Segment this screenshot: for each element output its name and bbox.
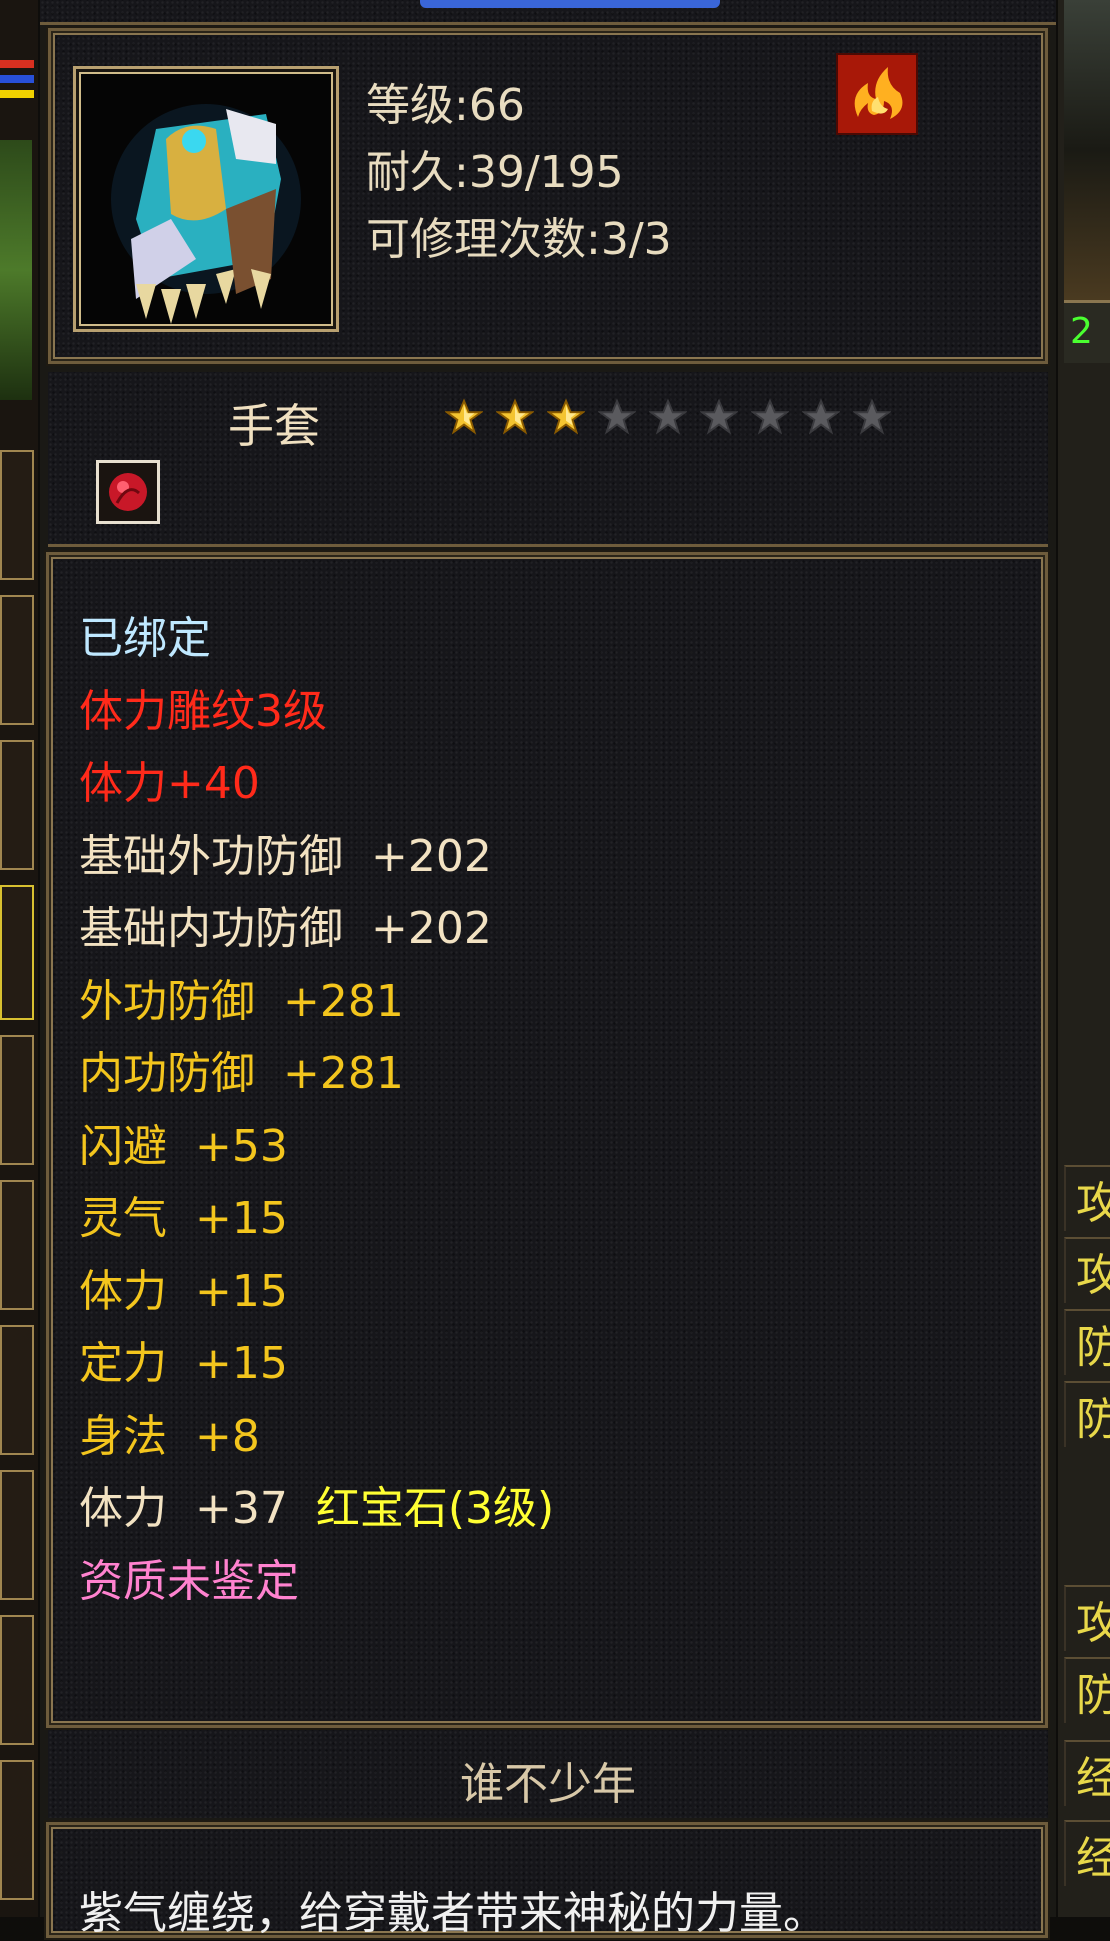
fire-flame-icon [854,67,903,119]
star-empty-icon [647,398,689,436]
attribute-list: 已绑定 体力雕纹3级 体力+40 基础外功防御 +202 基础内功防御 +202… [79,603,554,1618]
side-top-text: 2 [1070,311,1093,352]
attribute-line: 定力 +15 [79,1338,288,1389]
element-badge[interactable] [836,53,918,135]
star-filled-icon [494,398,536,436]
description-box: 紫气缠绕，给穿戴者带来神秘的力量。 [46,1822,1048,1939]
side-row-text: 防 [1076,1394,1110,1445]
item-header-box: 等级:66 耐久:39/195 可修理次数:3/3 [48,28,1048,364]
level-label: 等级 [366,80,454,131]
side-row-text: 攻 [1076,1598,1110,1649]
side-header: 2 [1064,300,1110,363]
gem-socket[interactable] [96,460,160,524]
star-empty-icon [851,398,893,436]
inventory-slot[interactable] [0,1035,34,1165]
side-row: 经 [1064,1740,1110,1806]
tooltip-title-strip [40,0,1056,25]
item-type-label: 手套 [228,399,320,453]
star-filled-icon [545,398,587,436]
inventory-slot[interactable] [0,1760,34,1900]
side-row: 经 [1064,1820,1110,1886]
attribute-line: 灵气 +15 [79,1193,288,1244]
level-value: 66 [468,80,525,131]
gem-attribute-line: 体力 +37 红宝石(3级) [79,1473,554,1546]
attribute-line: 基础内功防御 +202 [79,903,492,954]
set-name: 谁不少年 [460,1759,636,1810]
durability-label: 耐久 [366,147,454,198]
star-empty-icon [698,398,740,436]
title-fragment [420,0,720,8]
durability-line: 耐久:39/195 [366,147,624,198]
item-description: 紫气缠绕，给穿戴者带来神秘的力量。 [79,1888,827,1939]
attribute-line: 体力雕纹3级 [79,685,327,737]
attributes-box: 已绑定 体力雕纹3级 体力+40 基础外功防御 +202 基础内功防御 +202… [46,552,1048,1728]
level-line: 等级:66 [366,80,525,131]
side-row: 防 [1064,1657,1110,1723]
durability-value: 39/195 [468,147,624,198]
side-row: 防 [1064,1381,1110,1447]
inventory-slot-selected[interactable] [0,885,34,1020]
attribute-line: 基础外功防御 +202 [79,830,492,882]
item-tooltip-panel: 等级:66 耐久:39/195 可修理次数:3/3 手套 已绑定 体力雕纹3级 … [40,0,1056,1939]
side-row-text: 攻 [1076,1178,1110,1229]
attribute-line: 体力 +15 [79,1265,288,1317]
star-filled-icon [443,398,485,436]
side-row-text: 经 [1076,1833,1110,1884]
item-image-frame[interactable] [73,66,339,332]
side-row-text: 攻 [1076,1250,1110,1301]
inventory-slot[interactable] [0,1325,34,1455]
inventory-slot[interactable] [0,1180,34,1310]
attribute-line: 已绑定 [79,613,211,664]
scene-foliage [0,140,32,400]
energy-bar [0,90,34,98]
attribute-line: 外功防御 +281 [79,975,404,1027]
repair-label: 可修理次数 [366,214,586,265]
gem-stat-text: 体力 +37 [79,1483,288,1534]
health-bar [0,60,34,68]
scene-fragment [1064,0,1110,300]
side-row: 攻 [1064,1237,1110,1303]
side-row: 攻 [1064,1165,1110,1231]
inventory-slot[interactable] [0,595,34,725]
quality-line: 资质未鉴定 [79,1555,299,1607]
left-inventory-strip [0,0,38,1917]
red-gem-socket-icon [109,473,147,511]
gem-name-text: 红宝石(3级) [315,1483,555,1534]
star-empty-icon [596,398,638,436]
mana-bar [0,75,34,83]
side-row-text: 防 [1076,1322,1110,1373]
inventory-slot[interactable] [0,740,34,870]
repair-value: 3/3 [600,214,672,265]
side-row-text: 防 [1076,1670,1110,1721]
star-empty-icon [800,398,842,436]
attribute-line: 内功防御 +281 [79,1048,404,1099]
gauntlet-icon [111,104,301,324]
side-row: 防 [1064,1309,1110,1375]
right-side-panel: 2 攻 攻 防 防 攻 防 经 经 [1058,0,1110,1917]
inventory-slot[interactable] [0,1615,34,1745]
set-name-row: 谁不少年 [48,1730,1048,1818]
side-row-text: 经 [1076,1753,1110,1804]
attribute-line: 身法 +8 [79,1410,260,1462]
star-empty-icon [749,398,791,436]
repair-line: 可修理次数:3/3 [366,214,672,265]
inventory-slot[interactable] [0,1470,34,1600]
attribute-line: 闪避 +53 [79,1120,288,1172]
attribute-line: 体力+40 [79,758,260,809]
inventory-slot[interactable] [0,450,34,580]
side-row: 攻 [1064,1585,1110,1651]
